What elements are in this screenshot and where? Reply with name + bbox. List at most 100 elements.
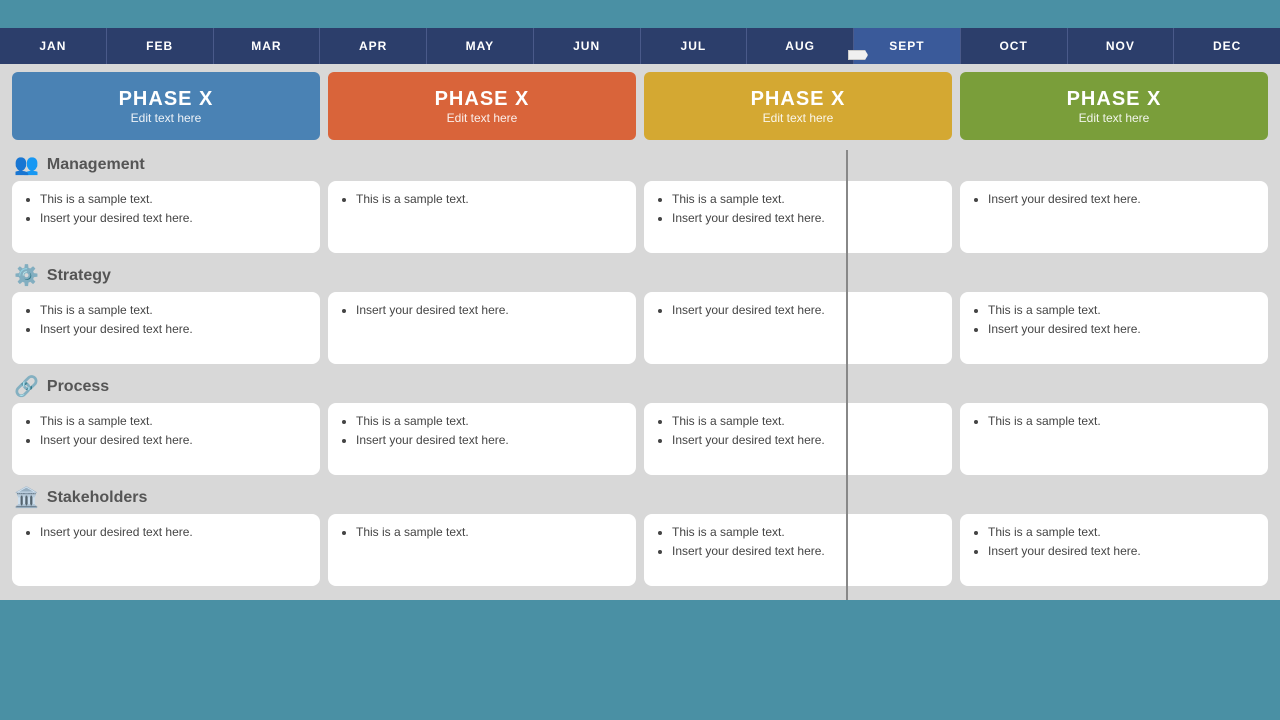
list-item: This is a sample text. [40,191,308,208]
list-item: This is a sample text. [40,413,308,430]
phase-bar: PHASE XEdit text herePHASE XEdit text he… [12,72,1268,140]
page-title [0,0,1280,28]
card-process-3: This is a sample text. [960,403,1268,475]
section-icon-process: 🔗 [14,374,39,399]
card-list-3-3: This is a sample text.Insert your desire… [972,524,1256,560]
phase-title-0: PHASE X [119,88,214,111]
phase-sub-3: Edit text here [1079,111,1150,125]
list-item: Insert your desired text here. [988,191,1256,208]
section-row-process: 🔗 Process This is a sample text. Insert you… [12,370,1268,475]
list-item: Insert your desired text here. [672,302,940,319]
card-strategy-2: Insert your desired text here. [644,292,952,364]
section-row-stakeholders: 🏛️ Stakeholders Insert your desired text h… [12,481,1268,586]
content-wrapper: PHASE XEdit text herePHASE XEdit text he… [0,64,1280,600]
cards-row-stakeholders: Insert your desired text here. This is a … [12,514,1268,586]
card-process-1: This is a sample text.Insert your desire… [328,403,636,475]
list-item: This is a sample text. [356,524,624,541]
card-list-3-2: This is a sample text. Insert your desire… [656,524,940,560]
phase-sub-0: Edit text here [131,111,202,125]
list-item: Insert your desired text here. [672,543,940,560]
phase-block-0: PHASE XEdit text here [12,72,320,140]
list-item: Insert your desired text here. [356,302,624,319]
list-item: Insert your desired text here. [40,210,308,227]
phase-block-2: PHASE XEdit text here [644,72,952,140]
phase-block-3: PHASE XEdit text here [960,72,1268,140]
phase-sub-2: Edit text here [763,111,834,125]
list-item: This is a sample text. [356,191,624,208]
card-list-2-1: This is a sample text.Insert your desire… [340,413,624,449]
month-cell-may: MAY [427,28,534,64]
today-flag [848,50,868,60]
card-list-1-2: Insert your desired text here. [656,302,940,319]
today-marker [848,50,868,60]
section-icon-strategy: ⚙️ [14,263,39,288]
card-strategy-0: This is a sample text. Insert your desire… [12,292,320,364]
card-stakeholders-0: Insert your desired text here. [12,514,320,586]
section-label-management: Management [47,156,145,174]
month-cell-mar: MAR [214,28,321,64]
card-list-3-0: Insert your desired text here. [24,524,308,541]
section-row-strategy: ⚙️ Strategy This is a sample text. Insert y… [12,259,1268,364]
card-process-0: This is a sample text. Insert your desire… [12,403,320,475]
section-label-stakeholders: Stakeholders [47,489,147,507]
list-item: This is a sample text. [672,413,940,430]
card-stakeholders-1: This is a sample text. [328,514,636,586]
list-item: Insert your desired text here. [356,432,624,449]
section-header-process: 🔗 Process [12,370,1268,403]
list-item: Insert your desired text here. [40,432,308,449]
month-bar: JANFEBMARAPRMAYJUNJULAUGSEPTOCTNOVDEC [0,28,1280,64]
card-strategy-3: This is a sample text. Insert your desire… [960,292,1268,364]
phase-sub-1: Edit text here [447,111,518,125]
card-list-0-1: This is a sample text. [340,191,624,208]
phase-title-1: PHASE X [435,88,530,111]
card-stakeholders-3: This is a sample text.Insert your desire… [960,514,1268,586]
sections-container: 👥ManagementThis is a sample text.Insert … [12,148,1268,586]
cards-row-strategy: This is a sample text. Insert your desire… [12,292,1268,364]
card-list-3-1: This is a sample text. [340,524,624,541]
cards-row-management: This is a sample text. Insert your desire… [12,181,1268,253]
card-management-0: This is a sample text. Insert your desire… [12,181,320,253]
list-item: This is a sample text. [672,191,940,208]
section-row-management: 👥 Management This is a sample text. Insert … [12,148,1268,253]
card-list-0-0: This is a sample text. Insert your desire… [24,191,308,227]
card-process-2: This is a sample text. Insert your desire… [644,403,952,475]
month-cell-apr: APR [320,28,427,64]
list-item: This is a sample text. [40,302,308,319]
card-list-2-3: This is a sample text. [972,413,1256,430]
list-item: Insert your desired text here. [40,321,308,338]
phase-title-3: PHASE X [1067,88,1162,111]
section-icon-stakeholders: 🏛️ [14,485,39,510]
list-item: Insert your desired text here. [672,432,940,449]
card-strategy-1: Insert your desired text here. [328,292,636,364]
card-stakeholders-2: This is a sample text. Insert your desire… [644,514,952,586]
month-cell-dec: DEC [1174,28,1280,64]
month-cell-oct: OCT [961,28,1068,64]
section-label-process: Process [47,378,109,396]
section-icon-management: 👥 [14,152,39,177]
cards-row-process: This is a sample text. Insert your desire… [12,403,1268,475]
today-line [846,150,848,600]
main-container: JANFEBMARAPRMAYJUNJULAUGSEPTOCTNOVDEC PH… [0,0,1280,720]
month-cell-jun: JUN [534,28,641,64]
card-management-2: This is a sample text. Insert your desire… [644,181,952,253]
content-area: PHASE XEdit text herePHASE XEdit text he… [0,64,1280,600]
list-item: This is a sample text. [988,413,1256,430]
card-list-1-1: Insert your desired text here. [340,302,624,319]
list-item: Insert your desired text here. [988,543,1256,560]
card-list-1-3: This is a sample text. Insert your desire… [972,302,1256,338]
month-cell-jul: JUL [641,28,748,64]
list-item: Insert your desired text here. [40,524,308,541]
card-management-3: Insert your desired text here. [960,181,1268,253]
card-list-2-2: This is a sample text. Insert your desire… [656,413,940,449]
list-item: This is a sample text. [672,524,940,541]
section-header-stakeholders: 🏛️ Stakeholders [12,481,1268,514]
month-cell-feb: FEB [107,28,214,64]
section-label-strategy: Strategy [47,267,111,285]
list-item: This is a sample text. [988,302,1256,319]
month-cell-aug: AUG [747,28,854,64]
month-cell-nov: NOV [1068,28,1175,64]
month-cell-jan: JAN [0,28,107,64]
list-item: Insert your desired text here. [988,321,1256,338]
list-item: Insert your desired text here. [672,210,940,227]
card-management-1: This is a sample text. [328,181,636,253]
